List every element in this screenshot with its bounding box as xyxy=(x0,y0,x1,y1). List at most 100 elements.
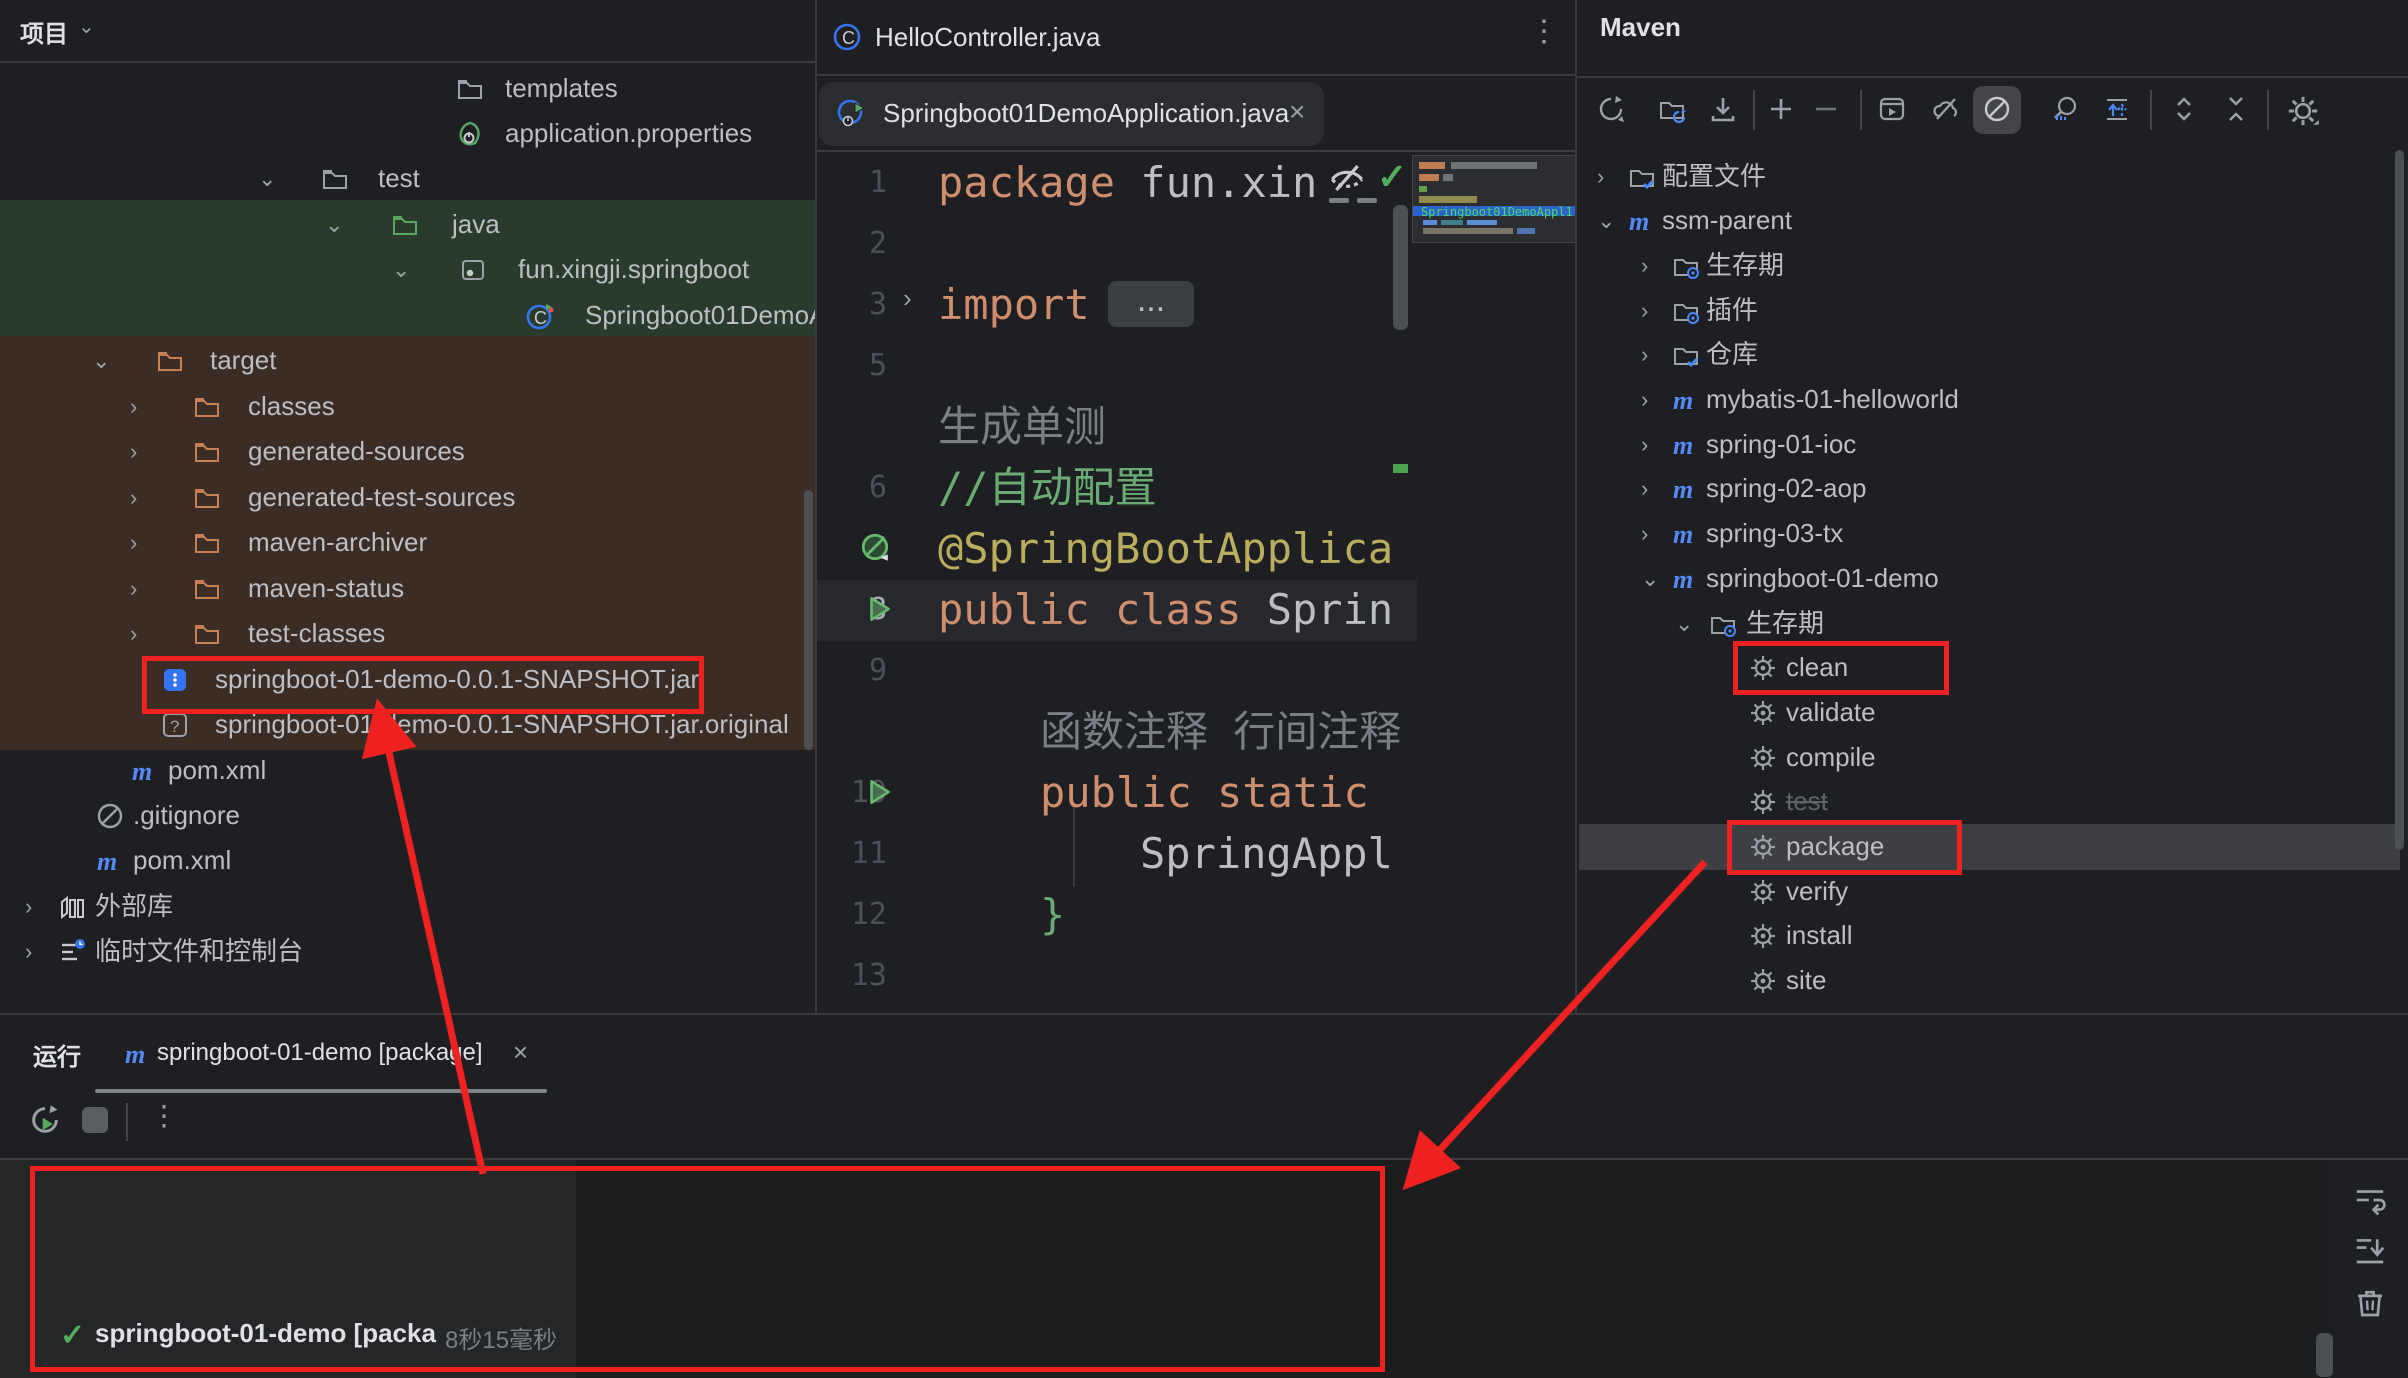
line-number: 2 xyxy=(817,218,887,270)
project-tree-item-springboot-01-demo-0.0.1-SNAPSHOT.jar.original[interactable]: ?springboot-01-demo-0.0.1-SNAPSHOT.jar.o… xyxy=(0,702,815,747)
tree-collapsed-chevron-icon[interactable]: › xyxy=(1641,243,1648,288)
tree-expanded-chevron-icon[interactable]: ⌄ xyxy=(1675,601,1693,646)
no-problems-check-icon[interactable]: ✓ xyxy=(1377,156,1407,198)
project-tree-item-test-classes[interactable]: ›test-classes xyxy=(0,611,815,656)
maven-item-spring-03-tx[interactable]: ›mspring-03-tx xyxy=(1577,511,2408,556)
run-gutter-play-icon[interactable] xyxy=(863,593,895,625)
tree-collapsed-chevron-icon[interactable]: › xyxy=(1641,377,1648,422)
tree-collapsed-chevron-icon[interactable]: › xyxy=(25,884,32,929)
tree-collapsed-chevron-icon[interactable]: › xyxy=(130,429,137,474)
eye-off-icon[interactable] xyxy=(1325,158,1369,198)
maven-item-仓库[interactable]: ›仓库 xyxy=(1577,332,2408,377)
breadcrumb-file[interactable]: HelloController.java xyxy=(875,22,1100,53)
project-tree-item-外部库[interactable]: ›外部库 xyxy=(0,884,815,929)
code-editor[interactable]: 1package fun.xin23›import ...5生成单测6//自动配… xyxy=(817,152,1575,1013)
soft-wrap-icon[interactable] xyxy=(2352,1182,2388,1218)
run-gutter-play-icon[interactable] xyxy=(863,776,895,808)
tree-collapsed-chevron-icon[interactable]: › xyxy=(25,929,32,974)
run-tab-label[interactable]: springboot-01-demo [package] xyxy=(157,1039,483,1067)
tree-expanded-chevron-icon[interactable]: ⌄ xyxy=(1641,556,1659,601)
fold-chevron-icon[interactable]: › xyxy=(903,283,912,314)
maven-item-test[interactable]: test xyxy=(1577,779,2408,824)
tree-collapsed-chevron-icon[interactable]: › xyxy=(130,611,137,656)
editor-tab-label[interactable]: Springboot01DemoApplication.java xyxy=(883,98,1289,129)
tree-collapsed-chevron-icon[interactable]: › xyxy=(130,520,137,565)
tree-collapsed-chevron-icon[interactable]: › xyxy=(1641,511,1648,556)
project-tree-item-templates[interactable]: templates xyxy=(0,66,815,111)
tree-item-label: pom.xml xyxy=(133,838,231,883)
rerun-icon[interactable] xyxy=(28,1103,62,1137)
maven-item-插件[interactable]: ›插件 xyxy=(1577,288,2408,333)
run-tab[interactable]: m springboot-01-demo [package] × xyxy=(95,1015,547,1093)
maven-item-validate[interactable]: validate xyxy=(1577,690,2408,735)
console-scrollbar[interactable] xyxy=(2316,1333,2333,1377)
maven-item-ssm-parent[interactable]: ⌄mssm-parent xyxy=(1577,198,2408,243)
run-node-label[interactable]: springboot-01-demo [packa xyxy=(95,1318,445,1349)
maven-item-partial[interactable] xyxy=(1577,1003,2408,1013)
maven-item-生存期[interactable]: ⌄生存期 xyxy=(1577,601,2408,646)
project-tree-item-maven-status[interactable]: ›maven-status xyxy=(0,566,815,611)
project-panel: 项目 ⌄ templatesapplication.properties⌄tes… xyxy=(0,0,815,1013)
tree-collapsed-chevron-icon[interactable]: › xyxy=(1641,332,1648,377)
minimap-text: Springboot01DemoAppl1 xyxy=(1421,205,1573,219)
project-tree-item-test[interactable]: ⌄test xyxy=(0,156,815,201)
maven-item-spring-02-aop[interactable]: ›mspring-02-aop xyxy=(1577,466,2408,511)
editor-file-bar: C HelloController.java ⋮ xyxy=(817,0,1575,74)
project-tree-item-application.properties[interactable]: application.properties xyxy=(0,111,815,156)
run-window-label[interactable]: 运行 xyxy=(33,1037,81,1072)
maven-item-install[interactable]: install xyxy=(1577,913,2408,958)
tree-collapsed-chevron-icon[interactable]: › xyxy=(130,384,137,429)
tree-item-label: classes xyxy=(248,384,335,429)
run-tab-close-icon[interactable]: × xyxy=(513,1037,528,1068)
project-tree-item-maven-archiver[interactable]: ›maven-archiver xyxy=(0,520,815,565)
maven-item-clean[interactable]: clean xyxy=(1577,645,2408,690)
project-tree-item-springboot-01-demo-0.0.1-SNAPSHOT.jar[interactable]: springboot-01-demo-0.0.1-SNAPSHOT.jar xyxy=(0,657,815,702)
project-tree-item-Springboot01DemoApplicationTests[interactable]: CSpringboot01DemoApplicationTests xyxy=(0,293,815,338)
tree-collapsed-chevron-icon[interactable]: › xyxy=(130,475,137,520)
tree-collapsed-chevron-icon[interactable]: › xyxy=(130,566,137,611)
project-tree-item-.gitignore[interactable]: .gitignore xyxy=(0,793,815,838)
run-more-kebab-icon[interactable]: ⋮ xyxy=(150,1099,178,1132)
clear-all-icon[interactable] xyxy=(2352,1285,2388,1321)
tree-collapsed-chevron-icon[interactable]: › xyxy=(1641,422,1648,467)
tree-expanded-chevron-icon[interactable]: ⌄ xyxy=(392,247,410,292)
project-tree-item-fun.xingji.springboot[interactable]: ⌄fun.xingji.springboot xyxy=(0,247,815,292)
editor-scrollbar[interactable] xyxy=(1393,205,1408,330)
maven-item-springboot-01-demo[interactable]: ⌄mspringboot-01-demo xyxy=(1577,556,2408,601)
project-scrollbar[interactable] xyxy=(804,490,813,750)
editor-tab[interactable]: Springboot01DemoApplication.java × xyxy=(819,82,1324,146)
maven-scrollbar[interactable] xyxy=(2395,150,2404,850)
project-tree-item-generated-sources[interactable]: ›generated-sources xyxy=(0,429,815,474)
maven-item-spring-01-ioc[interactable]: ›mspring-01-ioc xyxy=(1577,422,2408,467)
project-tree-item-pom.xml[interactable]: mpom.xml xyxy=(0,838,815,883)
project-tree-item-临时文件和控制台[interactable]: ›临时文件和控制台 xyxy=(0,929,815,974)
maven-item-package[interactable]: package xyxy=(1577,824,2408,869)
project-tree-item-classes[interactable]: › classes xyxy=(0,384,815,429)
tree-collapsed-chevron-icon[interactable]: › xyxy=(1641,466,1648,511)
scroll-to-end-icon[interactable] xyxy=(2352,1232,2388,1268)
tree-expanded-chevron-icon[interactable]: ⌄ xyxy=(325,202,343,247)
tree-expanded-chevron-icon[interactable]: ⌄ xyxy=(1597,198,1615,243)
editor-more-kebab-icon[interactable]: ⋮ xyxy=(1529,14,1559,49)
maven-item-mybatis-01-helloworld[interactable]: ›mmybatis-01-helloworld xyxy=(1577,377,2408,422)
maven-item-配置文件[interactable]: ›配置文件 xyxy=(1577,154,2408,199)
maven-item-verify[interactable]: verify xyxy=(1577,869,2408,914)
maven-item-compile[interactable]: compile xyxy=(1577,735,2408,780)
project-tree-item-generated-test-sources[interactable]: ›generated-test-sources xyxy=(0,475,815,520)
maven-item-site[interactable]: site xyxy=(1577,958,2408,1003)
tree-expanded-chevron-icon[interactable]: ⌄ xyxy=(92,338,110,383)
project-tree-item-pom.xml[interactable]: mpom.xml xyxy=(0,748,815,793)
tree-collapsed-chevron-icon[interactable]: › xyxy=(1641,288,1648,333)
tree-expanded-chevron-icon[interactable]: ⌄ xyxy=(258,156,276,201)
project-tree-item-target[interactable]: ⌄ target xyxy=(0,338,815,383)
spring-gutter-icon[interactable] xyxy=(859,532,891,564)
tree-collapsed-chevron-icon[interactable]: › xyxy=(1597,154,1604,199)
spring-icon xyxy=(455,119,485,149)
console-output[interactable]: [INFO][INFO] BUILD SUCCESS[INFO][INFO] T… xyxy=(576,1160,2335,1378)
tree-item-label: target xyxy=(210,338,277,383)
maven-item-生存期[interactable]: ›生存期 xyxy=(1577,243,2408,288)
project-tree-item-java[interactable]: ⌄java xyxy=(0,202,815,247)
tab-close-icon[interactable]: × xyxy=(1289,96,1305,128)
folded-imports-box[interactable]: ... xyxy=(1108,281,1194,327)
stop-icon[interactable] xyxy=(82,1107,108,1133)
